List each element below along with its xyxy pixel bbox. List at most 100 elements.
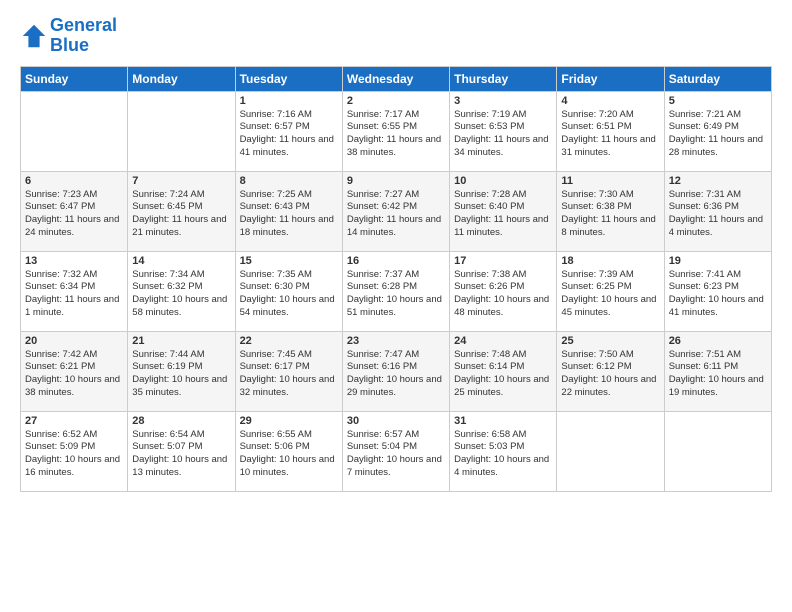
day-number: 19 [669,255,767,267]
calendar-cell: 4 Sunrise: 7:20 AM Sunset: 6:51 PM Daylig… [557,91,664,171]
page: General Blue SundayMondayTuesdayWednesda… [0,0,792,612]
day-number: 12 [669,175,767,187]
calendar-cell: 8 Sunrise: 7:25 AM Sunset: 6:43 PM Daylig… [235,171,342,251]
day-header: Saturday [664,66,771,91]
header-row: SundayMondayTuesdayWednesdayThursdayFrid… [21,66,772,91]
day-number: 9 [347,175,445,187]
day-number: 7 [132,175,230,187]
calendar-cell: 30 Sunrise: 6:57 AM Sunset: 5:04 PM Dayli… [342,411,449,491]
calendar-cell: 9 Sunrise: 7:27 AM Sunset: 6:42 PM Daylig… [342,171,449,251]
day-number: 10 [454,175,552,187]
day-number: 17 [454,255,552,267]
day-info: Sunrise: 7:47 AM Sunset: 6:16 PM Dayligh… [347,349,445,400]
day-number: 4 [561,95,659,107]
calendar-row: 13Sunrise: 7:32 AM Sunset: 6:34 PM Dayli… [21,251,772,331]
calendar-cell: 27 Sunrise: 6:52 AM Sunset: 5:09 PM Dayli… [21,411,128,491]
day-header: Wednesday [342,66,449,91]
day-number: 18 [561,255,659,267]
calendar-cell: 3 Sunrise: 7:19 AM Sunset: 6:53 PM Daylig… [450,91,557,171]
day-info: Sunrise: 7:35 AM Sunset: 6:30 PM Dayligh… [240,269,338,320]
day-info: Sunrise: 7:42 AM Sunset: 6:21 PM Dayligh… [25,349,123,400]
calendar-cell: 25 Sunrise: 7:50 AM Sunset: 6:12 PM Dayli… [557,331,664,411]
day-info: Sunrise: 7:51 AM Sunset: 6:11 PM Dayligh… [669,349,767,400]
calendar-cell: 11Sunrise: 7:30 AM Sunset: 6:38 PM Dayli… [557,171,664,251]
day-info: Sunrise: 7:28 AM Sunset: 6:40 PM Dayligh… [454,189,552,240]
calendar-cell: 23 Sunrise: 7:47 AM Sunset: 6:16 PM Dayli… [342,331,449,411]
day-info: Sunrise: 7:48 AM Sunset: 6:14 PM Dayligh… [454,349,552,400]
calendar-row: 6 Sunrise: 7:23 AM Sunset: 6:47 PM Daylig… [21,171,772,251]
calendar-cell: 7 Sunrise: 7:24 AM Sunset: 6:45 PM Daylig… [128,171,235,251]
day-info: Sunrise: 7:23 AM Sunset: 6:47 PM Dayligh… [25,189,123,240]
day-header: Thursday [450,66,557,91]
day-info: Sunrise: 7:41 AM Sunset: 6:23 PM Dayligh… [669,269,767,320]
day-info: Sunrise: 7:44 AM Sunset: 6:19 PM Dayligh… [132,349,230,400]
day-number: 20 [25,335,123,347]
day-info: Sunrise: 7:25 AM Sunset: 6:43 PM Dayligh… [240,189,338,240]
day-number: 30 [347,415,445,427]
day-info: Sunrise: 7:50 AM Sunset: 6:12 PM Dayligh… [561,349,659,400]
calendar-cell: 2Sunrise: 7:17 AM Sunset: 6:55 PM Daylig… [342,91,449,171]
day-number: 26 [669,335,767,347]
day-number: 8 [240,175,338,187]
day-info: Sunrise: 7:20 AM Sunset: 6:51 PM Dayligh… [561,109,659,160]
day-info: Sunrise: 7:19 AM Sunset: 6:53 PM Dayligh… [454,109,552,160]
day-number: 24 [454,335,552,347]
day-info: Sunrise: 7:31 AM Sunset: 6:36 PM Dayligh… [669,189,767,240]
logo-icon [20,22,48,50]
day-number: 25 [561,335,659,347]
day-info: Sunrise: 7:21 AM Sunset: 6:49 PM Dayligh… [669,109,767,160]
day-number: 1 [240,95,338,107]
day-info: Sunrise: 6:58 AM Sunset: 5:03 PM Dayligh… [454,429,552,480]
day-info: Sunrise: 7:38 AM Sunset: 6:26 PM Dayligh… [454,269,552,320]
day-info: Sunrise: 7:37 AM Sunset: 6:28 PM Dayligh… [347,269,445,320]
logo: General Blue [20,16,117,56]
calendar-cell: 26 Sunrise: 7:51 AM Sunset: 6:11 PM Dayli… [664,331,771,411]
day-info: Sunrise: 7:27 AM Sunset: 6:42 PM Dayligh… [347,189,445,240]
calendar-cell: 1 Sunrise: 7:16 AM Sunset: 6:57 PM Daylig… [235,91,342,171]
day-number: 27 [25,415,123,427]
calendar-cell: 10 Sunrise: 7:28 AM Sunset: 6:40 PM Dayli… [450,171,557,251]
day-number: 16 [347,255,445,267]
calendar-cell: 28Sunrise: 6:54 AM Sunset: 5:07 PM Dayli… [128,411,235,491]
calendar-cell [21,91,128,171]
day-number: 21 [132,335,230,347]
calendar-cell: 22 Sunrise: 7:45 AM Sunset: 6:17 PM Dayli… [235,331,342,411]
calendar-cell: 24 Sunrise: 7:48 AM Sunset: 6:14 PM Dayli… [450,331,557,411]
calendar-cell: 14 Sunrise: 7:34 AM Sunset: 6:32 PM Dayli… [128,251,235,331]
calendar-cell: 17 Sunrise: 7:38 AM Sunset: 6:26 PM Dayli… [450,251,557,331]
calendar-cell: 21 Sunrise: 7:44 AM Sunset: 6:19 PM Dayli… [128,331,235,411]
day-number: 11 [561,175,659,187]
day-header: Tuesday [235,66,342,91]
day-number: 14 [132,255,230,267]
calendar-cell: 31Sunrise: 6:58 AM Sunset: 5:03 PM Dayli… [450,411,557,491]
day-info: Sunrise: 7:34 AM Sunset: 6:32 PM Dayligh… [132,269,230,320]
day-info: Sunrise: 7:45 AM Sunset: 6:17 PM Dayligh… [240,349,338,400]
day-info: Sunrise: 7:39 AM Sunset: 6:25 PM Dayligh… [561,269,659,320]
day-number: 6 [25,175,123,187]
day-number: 23 [347,335,445,347]
calendar-row: 1 Sunrise: 7:16 AM Sunset: 6:57 PM Daylig… [21,91,772,171]
calendar-row: 27 Sunrise: 6:52 AM Sunset: 5:09 PM Dayli… [21,411,772,491]
calendar-row: 20 Sunrise: 7:42 AM Sunset: 6:21 PM Dayli… [21,331,772,411]
day-number: 3 [454,95,552,107]
header: General Blue [20,16,772,56]
calendar-cell [557,411,664,491]
calendar-cell: 19 Sunrise: 7:41 AM Sunset: 6:23 PM Dayli… [664,251,771,331]
day-number: 22 [240,335,338,347]
day-info: Sunrise: 6:52 AM Sunset: 5:09 PM Dayligh… [25,429,123,480]
calendar-cell: 15 Sunrise: 7:35 AM Sunset: 6:30 PM Dayli… [235,251,342,331]
day-info: Sunrise: 7:17 AM Sunset: 6:55 PM Dayligh… [347,109,445,160]
day-number: 15 [240,255,338,267]
day-header: Sunday [21,66,128,91]
day-header: Friday [557,66,664,91]
calendar-cell: 6 Sunrise: 7:23 AM Sunset: 6:47 PM Daylig… [21,171,128,251]
day-number: 29 [240,415,338,427]
day-info: Sunrise: 6:57 AM Sunset: 5:04 PM Dayligh… [347,429,445,480]
calendar-cell: 5 Sunrise: 7:21 AM Sunset: 6:49 PM Daylig… [664,91,771,171]
calendar-cell: 18 Sunrise: 7:39 AM Sunset: 6:25 PM Dayli… [557,251,664,331]
day-info: Sunrise: 7:24 AM Sunset: 6:45 PM Dayligh… [132,189,230,240]
calendar-cell [664,411,771,491]
calendar-cell [128,91,235,171]
day-number: 5 [669,95,767,107]
day-info: Sunrise: 7:16 AM Sunset: 6:57 PM Dayligh… [240,109,338,160]
